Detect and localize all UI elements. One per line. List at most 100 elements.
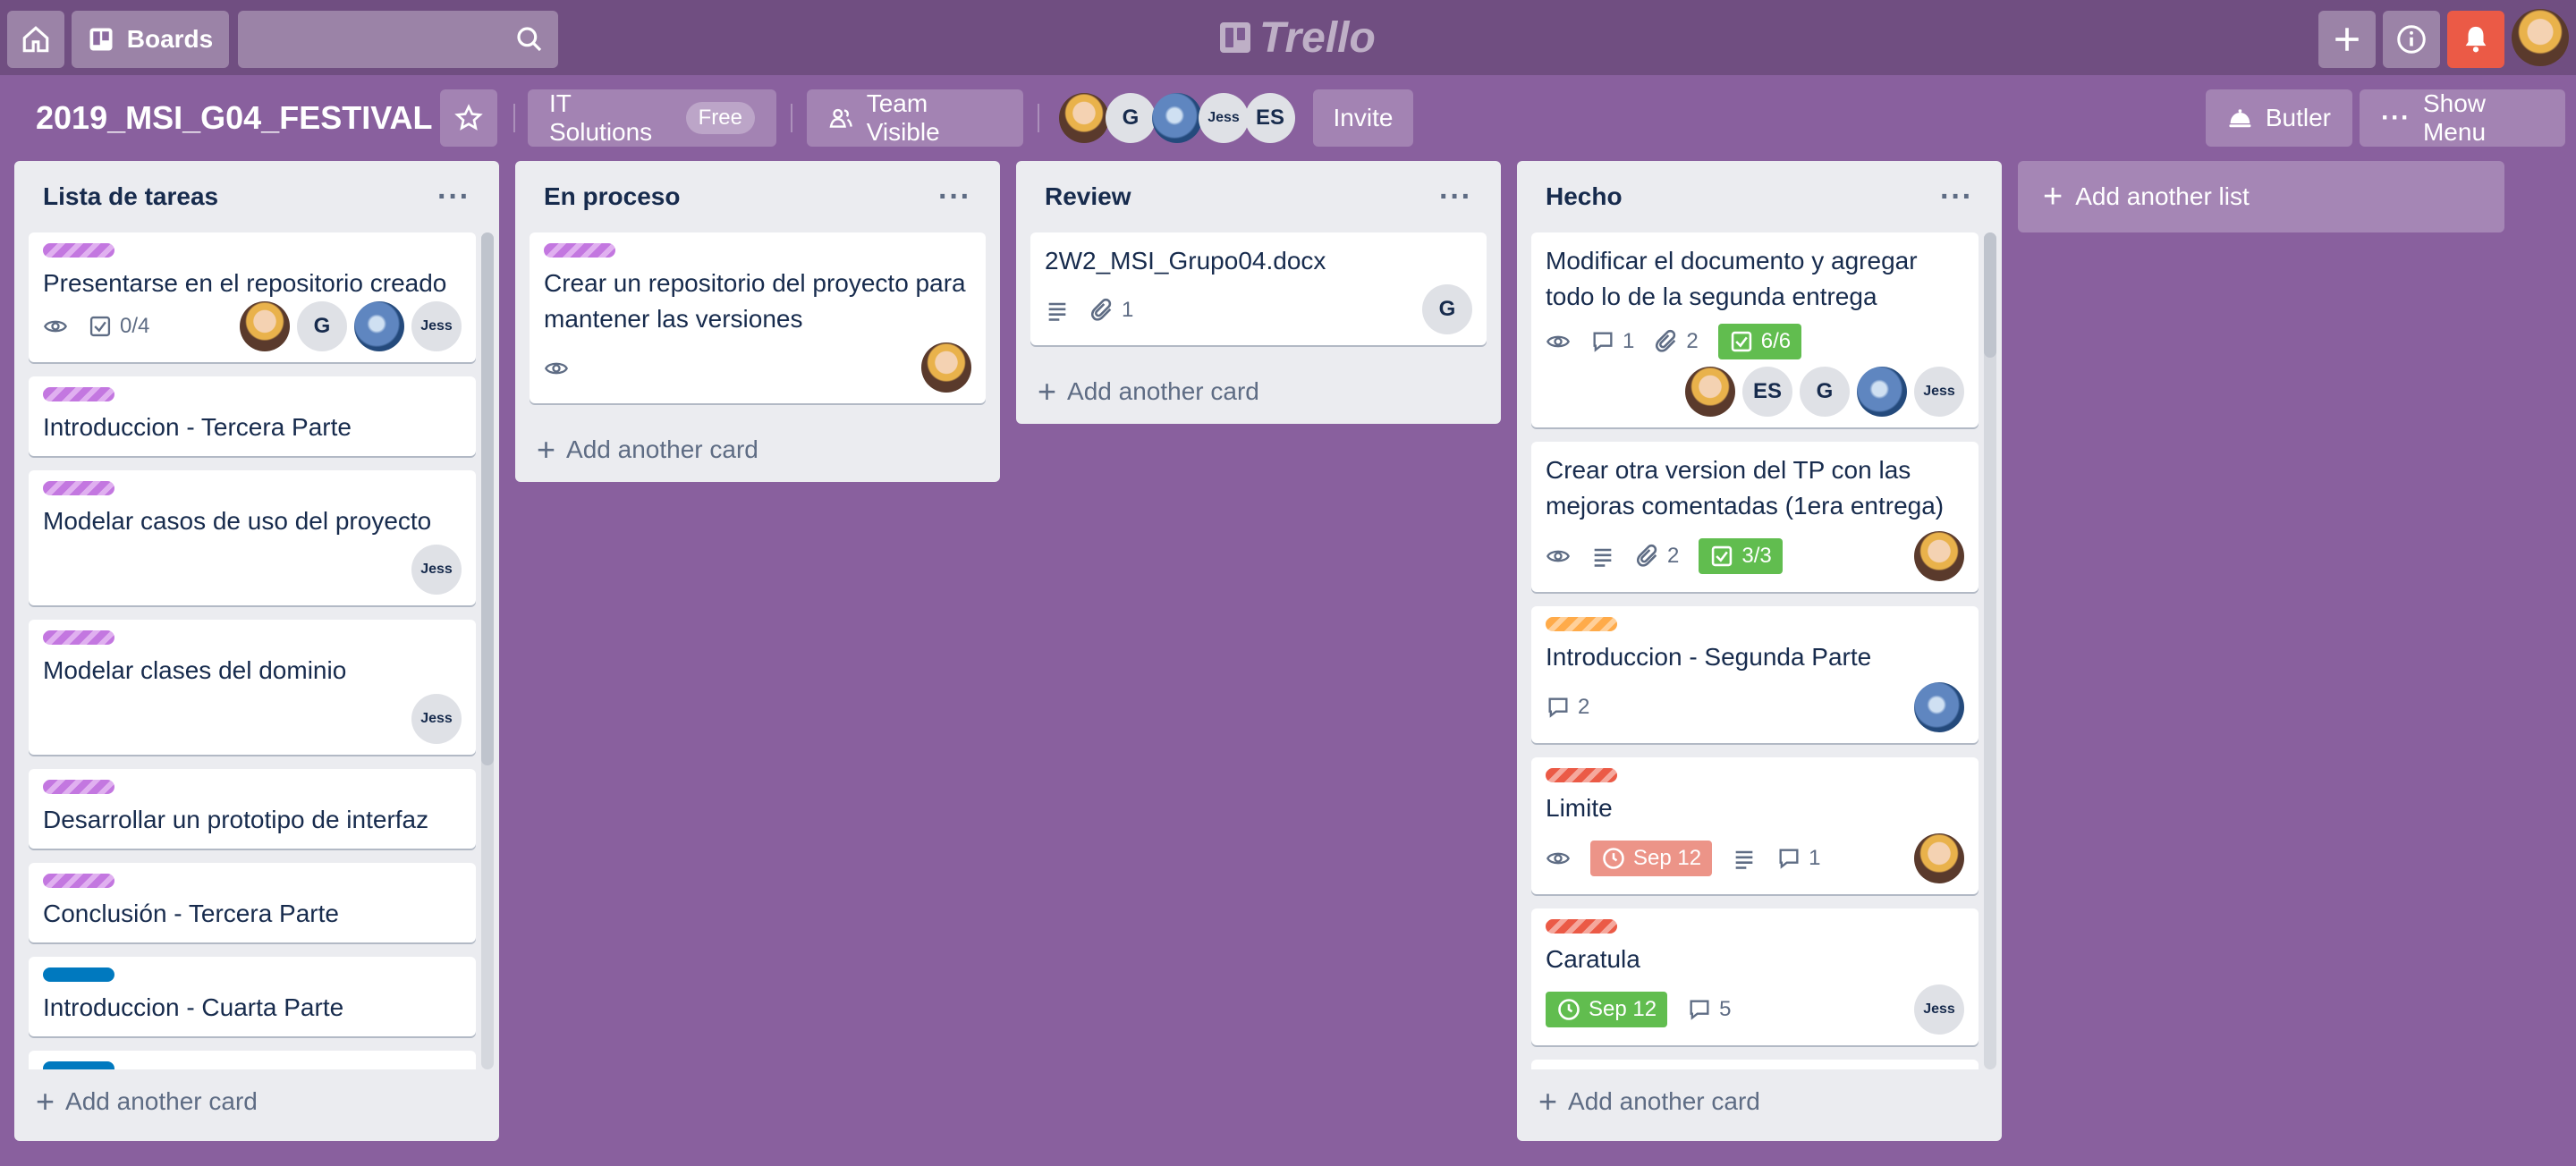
create-button[interactable] bbox=[2318, 11, 2376, 68]
visibility-button[interactable]: Team Visible bbox=[807, 89, 1023, 147]
add-card-button[interactable]: + Add another card bbox=[14, 1069, 499, 1134]
card[interactable]: Introduccion - Cuarta Parte bbox=[29, 957, 476, 1036]
add-list-button[interactable]: + Add another list bbox=[2018, 161, 2504, 232]
card[interactable]: Caratula Sep 12 5 Jess bbox=[1531, 908, 1979, 1045]
home-button[interactable] bbox=[7, 11, 64, 68]
card[interactable]: Desarrollar un prototipo de interfaz bbox=[29, 769, 476, 849]
card[interactable] bbox=[29, 1051, 476, 1069]
invite-button[interactable]: Invite bbox=[1313, 89, 1413, 147]
card-footer: Sep 12 1 bbox=[1546, 826, 1964, 883]
add-card-button[interactable]: + Add another card bbox=[1517, 1069, 2002, 1134]
member-avatar[interactable]: Jess bbox=[1199, 93, 1249, 143]
card-label[interactable] bbox=[1546, 617, 1617, 631]
list-menu-button[interactable]: ··· bbox=[938, 180, 971, 215]
list-title[interactable]: En proceso bbox=[544, 182, 680, 211]
card[interactable]: Presentarse en el repositorio creado 0/4… bbox=[29, 232, 476, 362]
member-avatar[interactable] bbox=[1152, 93, 1202, 143]
search-icon[interactable] bbox=[515, 25, 544, 54]
card-member-avatar[interactable] bbox=[354, 301, 404, 351]
card-member-avatar[interactable] bbox=[1857, 367, 1907, 417]
notifications-button[interactable] bbox=[2447, 11, 2504, 68]
comments-badge: 1 bbox=[1590, 329, 1634, 354]
card-member-avatar[interactable] bbox=[1914, 531, 1964, 581]
card[interactable]: Introduccion - Tercera Parte bbox=[29, 376, 476, 456]
boards-button[interactable]: Boards bbox=[72, 11, 229, 68]
search-box[interactable] bbox=[238, 11, 558, 68]
list-title[interactable]: Review bbox=[1045, 182, 1131, 211]
card[interactable]: 2W2_MSI_Grupo04.docx 1 G bbox=[1030, 232, 1487, 345]
card[interactable]: Crear un repositorio del proyecto para m… bbox=[530, 232, 986, 403]
card[interactable] bbox=[1531, 1060, 1979, 1069]
card-member-avatar[interactable]: Jess bbox=[1914, 984, 1964, 1035]
list-scrollbar[interactable] bbox=[481, 232, 494, 1069]
comment-count: 2 bbox=[1578, 695, 1590, 719]
card[interactable]: Modelar casos de uso del proyecto Jess bbox=[29, 470, 476, 605]
card-member-avatar[interactable] bbox=[1685, 367, 1735, 417]
card-member-avatar[interactable]: Jess bbox=[411, 694, 462, 744]
due-date-badge[interactable]: Sep 12 bbox=[1590, 841, 1713, 876]
card-label[interactable] bbox=[43, 481, 114, 495]
info-icon bbox=[2397, 25, 2426, 54]
card-label[interactable] bbox=[1546, 768, 1617, 782]
team-button[interactable]: IT Solutions Free bbox=[528, 89, 776, 147]
list-menu-button[interactable]: ··· bbox=[1439, 180, 1472, 215]
butler-label: Butler bbox=[2265, 104, 2331, 131]
card-member-avatar[interactable] bbox=[1914, 682, 1964, 732]
card[interactable]: Crear otra version del TP con las mejora… bbox=[1531, 442, 1979, 592]
card-member-avatar[interactable]: G bbox=[1422, 284, 1472, 334]
eye-icon bbox=[1546, 550, 1570, 562]
card-label[interactable] bbox=[43, 967, 114, 982]
card-badges: 2 3/3 bbox=[1546, 537, 1783, 576]
member-avatar[interactable]: G bbox=[1106, 93, 1156, 143]
list-header[interactable]: Lista de tareas ··· bbox=[14, 161, 499, 232]
scrollbar-thumb[interactable] bbox=[1984, 232, 1996, 358]
card-list: Presentarse en el repositorio creado 0/4… bbox=[14, 232, 499, 1069]
trello-logo[interactable]: Trello bbox=[1220, 11, 1376, 64]
star-board-button[interactable] bbox=[440, 89, 497, 147]
card-label[interactable] bbox=[43, 630, 114, 645]
card-label[interactable] bbox=[544, 243, 615, 258]
card[interactable]: Modelar clases del dominio Jess bbox=[29, 620, 476, 755]
add-card-button[interactable]: + Add another card bbox=[515, 418, 1000, 482]
card-label[interactable] bbox=[43, 243, 114, 258]
comment-icon bbox=[1593, 332, 1613, 352]
list-header[interactable]: Review ··· bbox=[1016, 161, 1501, 232]
card-label[interactable] bbox=[43, 1061, 114, 1069]
card-label[interactable] bbox=[43, 780, 114, 794]
card-label[interactable] bbox=[43, 874, 114, 888]
card-member-avatar[interactable]: Jess bbox=[411, 301, 462, 351]
card-member-avatar[interactable] bbox=[921, 342, 971, 393]
card-label[interactable] bbox=[1546, 919, 1617, 934]
add-card-button[interactable]: + Add another card bbox=[1016, 359, 1501, 424]
list-header[interactable]: Hecho ··· bbox=[1517, 161, 2002, 232]
search-input[interactable] bbox=[238, 11, 535, 68]
card-member-avatar[interactable] bbox=[240, 301, 290, 351]
card-member-avatar[interactable] bbox=[1914, 833, 1964, 883]
scrollbar-thumb[interactable] bbox=[481, 232, 494, 765]
card[interactable]: Limite Sep 12 1 bbox=[1531, 757, 1979, 894]
card-member-avatar[interactable]: ES bbox=[1742, 367, 1792, 417]
card-member-avatar[interactable]: Jess bbox=[1914, 367, 1964, 417]
due-date-badge[interactable]: Sep 12 bbox=[1546, 992, 1668, 1027]
list-title[interactable]: Lista de tareas bbox=[43, 182, 218, 211]
card[interactable]: Introduccion - Segunda Parte 2 bbox=[1531, 606, 1979, 743]
card-member-avatar[interactable]: G bbox=[297, 301, 347, 351]
description-icon bbox=[1594, 548, 1612, 567]
member-avatar[interactable] bbox=[1059, 93, 1109, 143]
list-menu-button[interactable]: ··· bbox=[437, 180, 470, 215]
butler-button[interactable]: Butler bbox=[2206, 89, 2352, 147]
user-avatar[interactable] bbox=[2512, 9, 2569, 66]
list-header[interactable]: En proceso ··· bbox=[515, 161, 1000, 232]
card-member-avatar[interactable]: G bbox=[1800, 367, 1850, 417]
list-title[interactable]: Hecho bbox=[1546, 182, 1623, 211]
member-avatar[interactable]: ES bbox=[1245, 93, 1295, 143]
card-label[interactable] bbox=[43, 387, 114, 401]
card[interactable]: Conclusión - Tercera Parte bbox=[29, 863, 476, 942]
card[interactable]: Modificar el documento y agregar todo lo… bbox=[1531, 232, 1979, 427]
list-scrollbar[interactable] bbox=[1984, 232, 1996, 1069]
list-menu-button[interactable]: ··· bbox=[1940, 180, 1973, 215]
card-member-avatar[interactable]: Jess bbox=[411, 545, 462, 595]
info-button[interactable] bbox=[2383, 11, 2440, 68]
board-title[interactable]: 2019_MSI_G04_FESTIVAL bbox=[36, 93, 433, 143]
show-menu-button[interactable]: ··· Show Menu bbox=[2360, 89, 2565, 147]
